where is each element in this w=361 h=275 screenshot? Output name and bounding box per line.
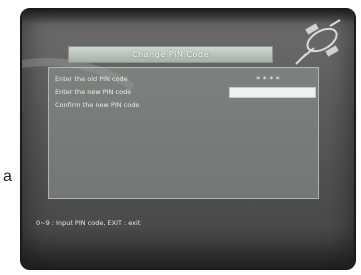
change-pin-panel: Enter the old PIN code * * * * Enter the… <box>48 67 319 199</box>
dialog-title: Change PIN Code <box>68 46 273 63</box>
confirm-pin-label: Confirm the new PIN code <box>55 101 140 109</box>
old-pin-value[interactable]: * * * * <box>247 74 289 85</box>
new-pin-row[interactable]: Enter the new PIN code <box>55 87 225 98</box>
new-pin-input[interactable] <box>229 87 316 98</box>
satellite-icon <box>295 19 341 65</box>
confirm-pin-input[interactable] <box>229 100 316 111</box>
bottom-vignette <box>22 228 354 268</box>
key-hint: 0~9 : Input PIN code, EXIT : exit <box>36 219 141 227</box>
new-pin-label: Enter the new PIN code <box>55 88 132 96</box>
old-pin-label: Enter the old PIN code <box>55 75 128 83</box>
tv-screen: Change PIN Code Enter the old PIN code *… <box>20 8 356 270</box>
confirm-pin-row[interactable]: Confirm the new PIN code <box>55 100 225 111</box>
page-edge-letter-left: a <box>3 168 12 185</box>
